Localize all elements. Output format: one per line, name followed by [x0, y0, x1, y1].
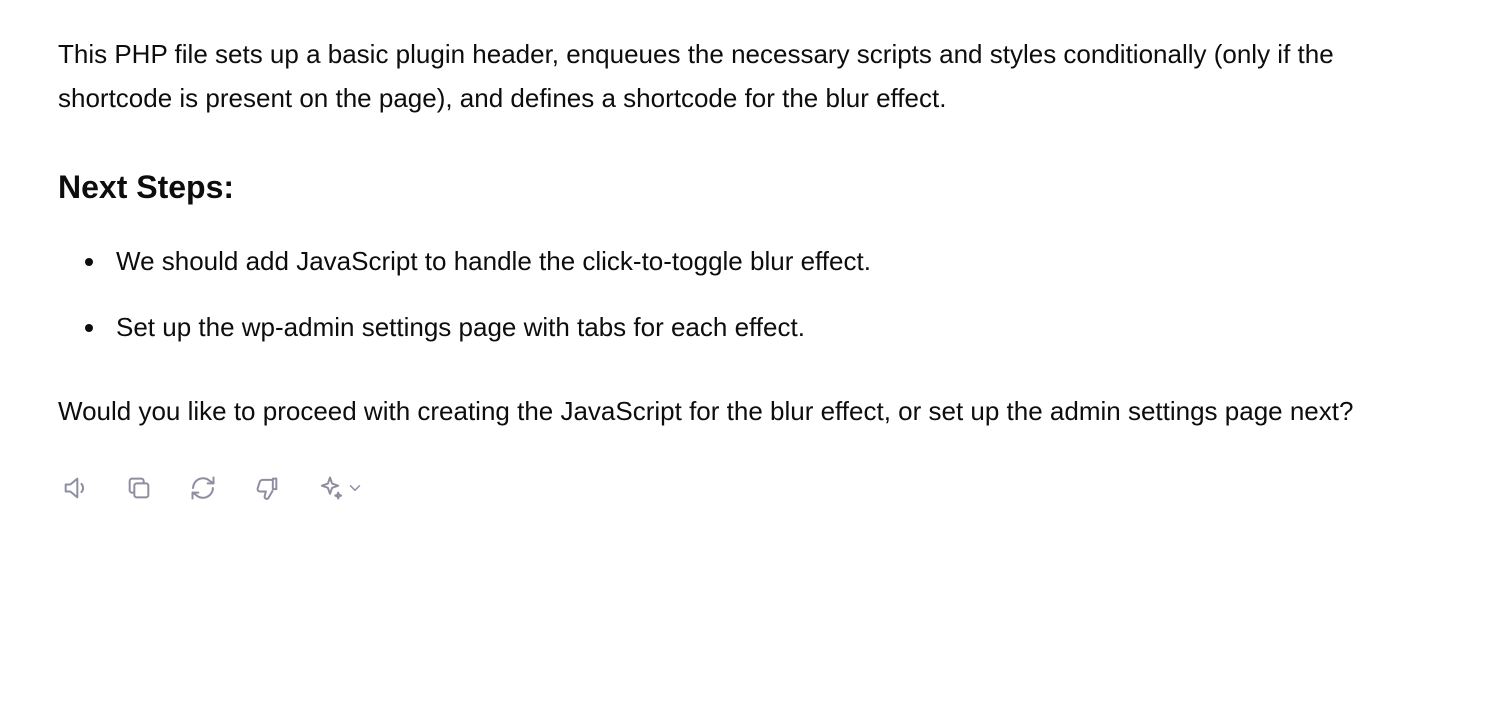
message-action-bar: [58, 473, 1442, 503]
heading-next-steps: Next Steps:: [58, 160, 1442, 214]
list-item: Set up the wp-admin settings page with t…: [108, 305, 1442, 349]
bad-response-button[interactable]: [252, 473, 282, 503]
next-steps-list: We should add JavaScript to handle the c…: [58, 239, 1442, 349]
read-aloud-button[interactable]: [60, 473, 90, 503]
copy-button[interactable]: [124, 473, 154, 503]
speaker-icon: [61, 474, 89, 502]
thumbs-down-icon: [253, 474, 281, 502]
assistant-message: This PHP file sets up a basic plugin hea…: [0, 0, 1500, 543]
refresh-icon: [189, 474, 217, 502]
regenerate-button[interactable]: [188, 473, 218, 503]
sparkle-icon: [316, 474, 344, 502]
change-model-button[interactable]: [316, 474, 364, 502]
copy-icon: [125, 474, 153, 502]
chevron-down-icon: [346, 479, 364, 497]
paragraph-closing: Would you like to proceed with creating …: [58, 389, 1442, 433]
paragraph-intro: This PHP file sets up a basic plugin hea…: [58, 32, 1442, 120]
list-item: We should add JavaScript to handle the c…: [108, 239, 1442, 283]
